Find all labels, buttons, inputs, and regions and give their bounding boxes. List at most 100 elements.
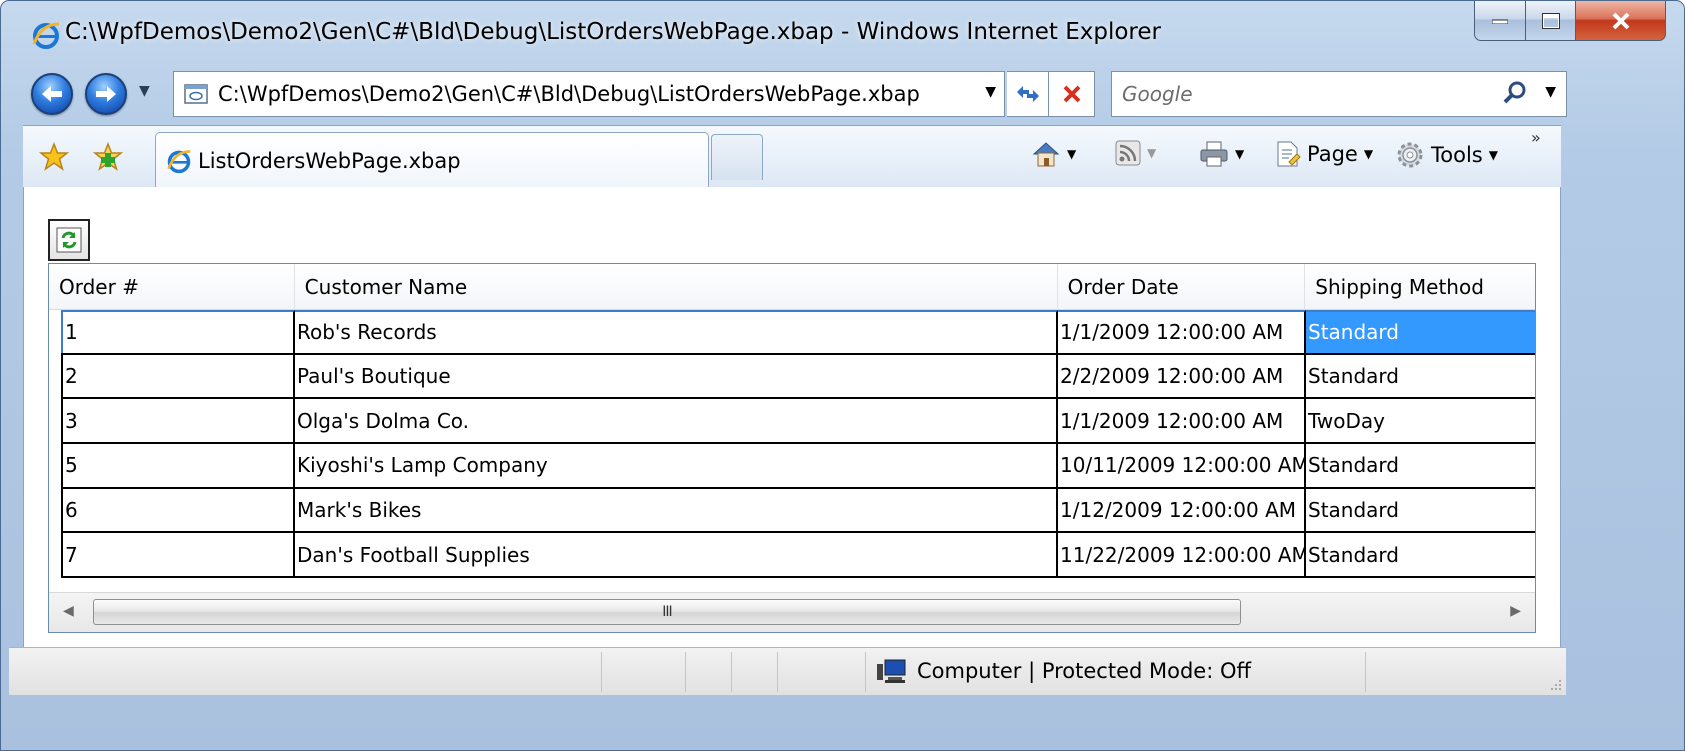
security-zone-text: Computer | Protected Mode: Off xyxy=(917,659,1251,683)
cell-order-number[interactable]: 3 xyxy=(61,399,295,443)
refresh-button[interactable] xyxy=(1007,71,1049,117)
feeds-button[interactable]: ▼ xyxy=(1115,140,1156,166)
minimize-button[interactable] xyxy=(1474,1,1526,41)
table-row[interactable]: 2 Paul's Boutique 2/2/2009 12:00:00 AM S… xyxy=(61,354,1535,400)
cell-shipping-method[interactable]: TwoDay xyxy=(1306,399,1535,442)
table-row[interactable]: 3 Olga's Dolma Co. 1/1/2009 12:00:00 AM … xyxy=(61,399,1535,445)
grid-body: 1 Rob's Records 1/1/2009 12:00:00 AM Sta… xyxy=(61,310,1535,579)
stop-button[interactable] xyxy=(1049,71,1095,117)
cell-customer-name[interactable]: Kiyoshi's Lamp Company xyxy=(295,444,1058,487)
home-button[interactable]: ▼ xyxy=(1031,140,1076,168)
horizontal-scrollbar[interactable]: ◀ III ▶ xyxy=(49,592,1535,632)
search-icon[interactable] xyxy=(1502,80,1528,106)
page-icon xyxy=(1277,141,1301,167)
cell-order-date[interactable]: 1/1/2009 12:00:00 AM xyxy=(1058,399,1306,443)
status-divider xyxy=(1365,652,1366,692)
back-icon xyxy=(42,86,62,102)
cell-order-number[interactable]: 2 xyxy=(61,354,295,398)
cell-shipping-method[interactable]: Standard xyxy=(1306,489,1535,532)
scrollbar-thumb[interactable]: III xyxy=(93,599,1241,625)
scroll-right-arrow-icon[interactable]: ▶ xyxy=(1510,603,1521,619)
cell-order-date[interactable]: 1/12/2009 12:00:00 AM xyxy=(1058,488,1306,532)
print-button[interactable]: ▼ xyxy=(1199,140,1244,168)
refresh-data-icon xyxy=(56,227,82,253)
back-button[interactable] xyxy=(31,73,73,115)
window-title: C:\WpfDemos\Demo2\Gen\C#\Bld\Debug\ListO… xyxy=(65,19,1161,45)
tab-label: ListOrdersWebPage.xbap xyxy=(198,148,461,173)
cell-shipping-method[interactable]: Standard xyxy=(1306,444,1535,487)
cell-customer-name[interactable]: Olga's Dolma Co. xyxy=(295,399,1058,443)
cell-order-date[interactable]: 2/2/2009 12:00:00 AM xyxy=(1058,354,1306,398)
status-divider xyxy=(777,652,778,692)
cell-order-number[interactable]: 7 xyxy=(61,533,295,577)
status-bar: Computer | Protected Mode: Off xyxy=(9,647,1566,695)
table-row[interactable]: 1 Rob's Records 1/1/2009 12:00:00 AM Sta… xyxy=(61,310,1535,355)
add-favorites-icon[interactable] xyxy=(93,142,125,172)
table-row[interactable]: 5 Kiyoshi's Lamp Company 10/11/2009 12:0… xyxy=(61,444,1535,489)
page-content: Order # Customer Name Order Date Shippin… xyxy=(23,187,1561,647)
close-button[interactable] xyxy=(1576,1,1666,41)
forward-button[interactable] xyxy=(85,73,127,115)
favorites-star-icon[interactable] xyxy=(39,142,69,172)
maximize-button[interactable] xyxy=(1526,1,1576,41)
browser-window: C:\WpfDemos\Demo2\Gen\C#\Bld\Debug\ListO… xyxy=(0,0,1685,751)
cell-order-number[interactable]: 1 xyxy=(61,310,295,353)
cell-shipping-method[interactable]: Standard xyxy=(1306,310,1535,353)
close-icon xyxy=(1612,12,1629,29)
caption-buttons xyxy=(1474,1,1666,41)
cell-customer-name[interactable]: Dan's Football Supplies xyxy=(295,533,1058,577)
address-dropdown[interactable]: ▼ xyxy=(985,84,996,100)
new-tab-button[interactable] xyxy=(711,134,763,180)
recent-pages-dropdown[interactable]: ▼ xyxy=(139,83,150,99)
navigation-bar: ▼ C:\WpfDemos\Demo2\Gen\C#\Bld\Debug\Lis… xyxy=(1,65,1684,125)
orders-data-grid[interactable]: Order # Customer Name Order Date Shippin… xyxy=(48,263,1536,633)
refresh-data-button[interactable] xyxy=(48,219,90,261)
stop-icon xyxy=(1063,85,1080,103)
cell-shipping-method[interactable]: Standard xyxy=(1306,355,1535,398)
column-header-order-date[interactable]: Order Date xyxy=(1058,264,1306,310)
ie-tab-icon xyxy=(167,149,191,173)
cell-customer-name[interactable]: Rob's Records xyxy=(295,310,1058,353)
cell-order-date[interactable]: 1/1/2009 12:00:00 AM xyxy=(1058,310,1306,353)
page-menu[interactable]: Page ▼ xyxy=(1275,140,1373,168)
tab-bar: ListOrdersWebPage.xbap ▼ ▼ ▼ Page ▼ Tool… xyxy=(23,125,1561,188)
table-row[interactable]: 6 Mark's Bikes 1/12/2009 12:00:00 AM Sta… xyxy=(61,488,1535,534)
security-zone[interactable]: Computer | Protected Mode: Off xyxy=(877,658,1251,684)
status-divider xyxy=(731,652,732,692)
table-row[interactable]: 7 Dan's Football Supplies 11/22/2009 12:… xyxy=(61,533,1535,579)
cell-customer-name[interactable]: Mark's Bikes xyxy=(295,488,1058,532)
tab-listorders[interactable]: ListOrdersWebPage.xbap xyxy=(155,132,709,188)
page-menu-label: Page xyxy=(1307,142,1358,166)
address-bar[interactable]: C:\WpfDemos\Demo2\Gen\C#\Bld\Debug\ListO… xyxy=(173,71,1005,117)
print-icon xyxy=(1200,141,1228,167)
forward-icon xyxy=(96,86,116,102)
cell-order-number[interactable]: 5 xyxy=(61,444,295,487)
tools-gear-icon xyxy=(1397,142,1423,168)
page-icon xyxy=(184,84,208,104)
status-divider xyxy=(685,652,686,692)
resize-grip-icon[interactable] xyxy=(1548,677,1562,691)
tools-menu[interactable]: Tools ▼ xyxy=(1395,140,1498,170)
cell-order-number[interactable]: 6 xyxy=(61,488,295,532)
column-header-customer-name[interactable]: Customer Name xyxy=(295,264,1058,310)
feeds-icon xyxy=(1115,140,1141,166)
cell-shipping-method[interactable]: Standard xyxy=(1306,533,1535,576)
cell-customer-name[interactable]: Paul's Boutique xyxy=(295,354,1058,398)
refresh-icon xyxy=(1016,86,1039,102)
search-options-dropdown[interactable]: ▼ xyxy=(1545,84,1556,100)
search-input[interactable] xyxy=(1122,82,1462,106)
address-text: C:\WpfDemos\Demo2\Gen\C#\Bld\Debug\ListO… xyxy=(218,82,920,106)
tools-menu-label: Tools xyxy=(1431,143,1483,167)
search-box[interactable]: ▼ xyxy=(1111,71,1567,117)
column-header-shipping-method[interactable]: Shipping Method xyxy=(1305,264,1535,310)
more-commands-chevron[interactable]: » xyxy=(1531,128,1541,147)
scroll-left-arrow-icon[interactable]: ◀ xyxy=(63,603,74,619)
status-divider xyxy=(601,652,602,692)
status-divider xyxy=(865,652,866,692)
cell-order-date[interactable]: 11/22/2009 12:00:00 AM xyxy=(1058,533,1306,577)
cell-order-date[interactable]: 10/11/2009 12:00:00 AM xyxy=(1058,444,1306,487)
title-bar: C:\WpfDemos\Demo2\Gen\C#\Bld\Debug\ListO… xyxy=(1,1,1684,65)
ie-icon xyxy=(32,22,60,49)
grid-header: Order # Customer Name Order Date Shippin… xyxy=(49,264,1535,310)
column-header-order-number[interactable]: Order # xyxy=(49,264,295,310)
